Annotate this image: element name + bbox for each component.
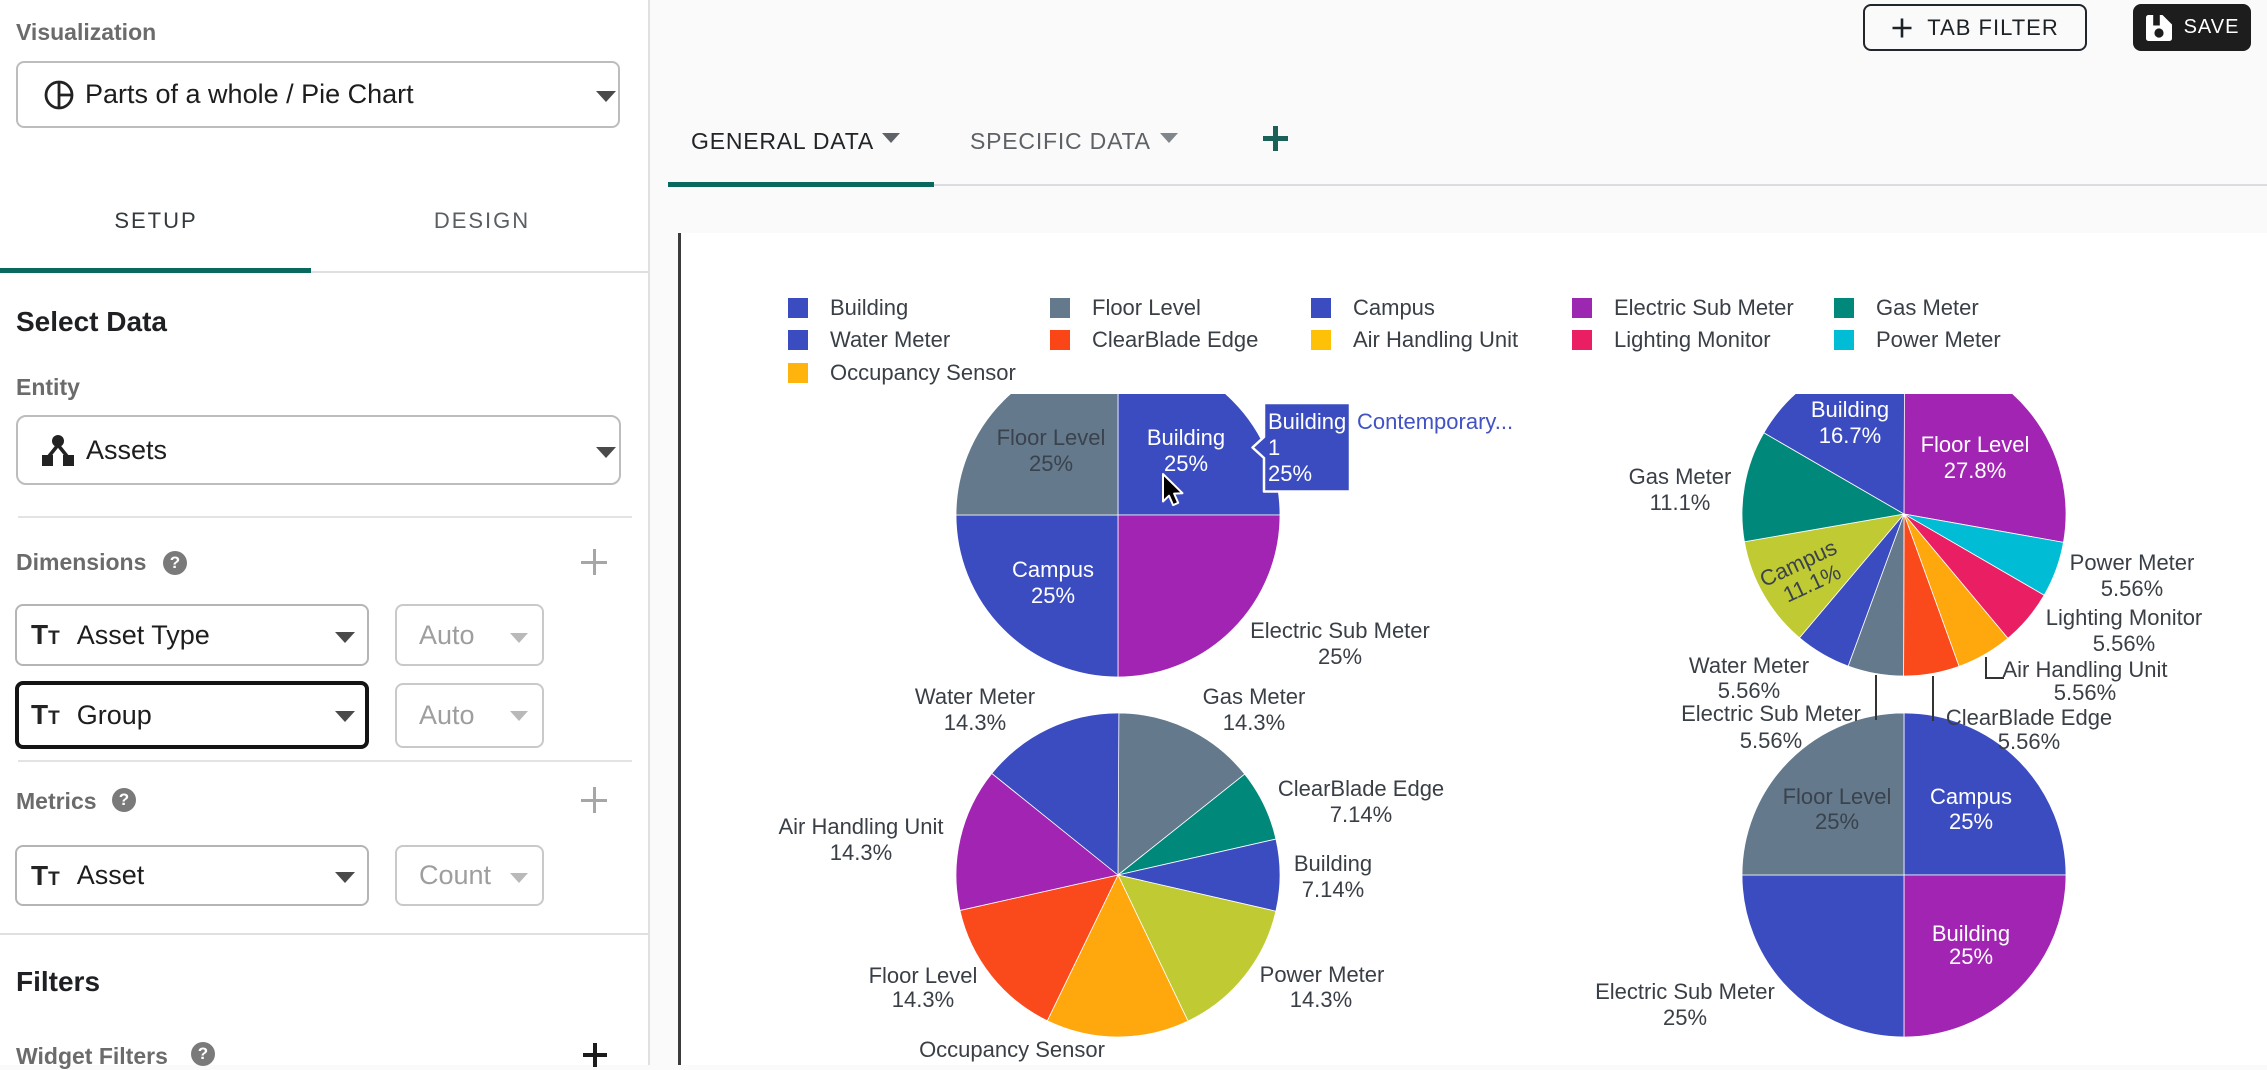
svg-text:Contemporary...: Contemporary...	[1357, 409, 1513, 434]
svg-text:5.56%: 5.56%	[1998, 729, 2060, 754]
svg-text:25%: 25%	[1031, 583, 1075, 608]
svg-text:Water Meter: Water Meter	[1689, 653, 1809, 678]
svg-text:14.3%: 14.3%	[830, 840, 892, 865]
svg-text:14.3%: 14.3%	[944, 710, 1006, 735]
svg-text:Floor Level: Floor Level	[1783, 784, 1892, 809]
svg-text:7.14%: 7.14%	[1302, 877, 1364, 902]
svg-text:Campus: Campus	[1353, 295, 1435, 320]
svg-text:11.1%: 11.1%	[1650, 490, 1711, 515]
svg-text:5.56%: 5.56%	[1718, 678, 1780, 703]
svg-text:27.8%: 27.8%	[1944, 458, 2006, 483]
svg-text:25%: 25%	[1029, 451, 1073, 476]
svg-text:Gas Meter: Gas Meter	[1629, 464, 1732, 489]
svg-text:5.56%: 5.56%	[1740, 728, 1802, 753]
svg-text:25%: 25%	[1949, 944, 1993, 969]
svg-text:Electric Sub Meter: Electric Sub Meter	[1614, 295, 1794, 320]
svg-text:Lighting Monitor: Lighting Monitor	[1614, 327, 1771, 352]
svg-text:Occupancy Sensor: Occupancy Sensor	[919, 1037, 1105, 1062]
svg-text:Air Handling Unit: Air Handling Unit	[2002, 657, 2167, 682]
svg-text:7.14%: 7.14%	[1330, 802, 1392, 827]
svg-text:Floor Level: Floor Level	[1921, 432, 2030, 457]
svg-text:Building: Building	[1811, 397, 1889, 422]
svg-text:Electric Sub Meter: Electric Sub Meter	[1681, 701, 1861, 726]
svg-text:Building: Building	[1294, 851, 1372, 876]
svg-text:14.3%: 14.3%	[1223, 710, 1285, 735]
svg-text:Gas Meter: Gas Meter	[1876, 295, 1979, 320]
svg-text:Air Handling Unit: Air Handling Unit	[1353, 327, 1518, 352]
svg-text:Electric Sub Meter: Electric Sub Meter	[1595, 979, 1775, 1004]
svg-text:Floor Level: Floor Level	[997, 425, 1106, 450]
svg-text:Power Meter: Power Meter	[1876, 327, 2001, 352]
svg-text:ClearBlade Edge: ClearBlade Edge	[1946, 705, 2112, 730]
svg-text:Water Meter: Water Meter	[915, 684, 1035, 709]
svg-text:Electric Sub Meter: Electric Sub Meter	[1250, 618, 1430, 643]
svg-text:5.56%: 5.56%	[2093, 631, 2155, 656]
svg-text:Building: Building	[1147, 425, 1225, 450]
svg-text:Floor Level: Floor Level	[1092, 295, 1201, 320]
svg-text:Gas Meter: Gas Meter	[1203, 684, 1306, 709]
svg-text:1: 1	[1268, 435, 1280, 460]
svg-text:Floor Level: Floor Level	[869, 963, 978, 988]
svg-text:Building: Building	[1268, 409, 1346, 434]
svg-text:16.7%: 16.7%	[1819, 423, 1881, 448]
svg-text:Lighting Monitor: Lighting Monitor	[2046, 605, 2203, 630]
svg-text:25%: 25%	[1318, 644, 1362, 669]
svg-text:14.3%: 14.3%	[1290, 987, 1352, 1012]
svg-text:Air Handling Unit: Air Handling Unit	[778, 814, 943, 839]
svg-text:5.56%: 5.56%	[2054, 680, 2116, 705]
svg-text:25%: 25%	[1815, 809, 1859, 834]
svg-text:ClearBlade Edge: ClearBlade Edge	[1278, 776, 1444, 801]
svg-text:Water Meter: Water Meter	[830, 327, 950, 352]
svg-text:Occupancy Sensor: Occupancy Sensor	[830, 360, 1016, 385]
svg-text:Power Meter: Power Meter	[2070, 550, 2195, 575]
svg-text:Power Meter: Power Meter	[1260, 962, 1385, 987]
svg-text:25%: 25%	[1268, 461, 1312, 486]
svg-text:25%: 25%	[1949, 809, 1993, 834]
svg-text:ClearBlade Edge: ClearBlade Edge	[1092, 327, 1258, 352]
svg-text:Campus: Campus	[1930, 784, 2012, 809]
svg-text:Building: Building	[1932, 921, 2010, 946]
svg-text:Building: Building	[830, 295, 908, 320]
svg-text:25%: 25%	[1663, 1005, 1707, 1030]
svg-text:5.56%: 5.56%	[2101, 576, 2163, 601]
svg-text:14.3%: 14.3%	[892, 987, 954, 1012]
svg-text:25%: 25%	[1164, 451, 1208, 476]
svg-text:Campus: Campus	[1012, 557, 1094, 582]
